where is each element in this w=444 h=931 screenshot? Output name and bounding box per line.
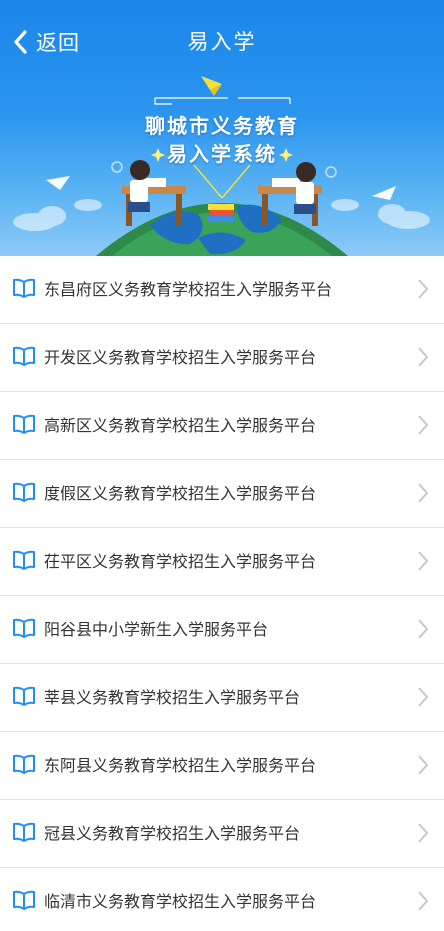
chevron-right-icon — [418, 891, 429, 911]
book-icon — [13, 278, 35, 298]
list-item[interactable]: 东昌府区义务教育学校招生入学服务平台 — [0, 256, 444, 324]
book-icon — [13, 890, 35, 910]
banner-title: 聊城市义务教育 易入学系统 — [0, 112, 444, 168]
list-item[interactable]: 冠县义务教育学校招生入学服务平台 — [0, 800, 444, 868]
chevron-right-icon — [418, 687, 429, 707]
page-title: 易入学 — [187, 30, 257, 54]
banner-title-line2: 易入学系统 — [167, 142, 277, 166]
platform-list: 东昌府区义务教育学校招生入学服务平台 开发区义务教育学校招生入学服务平台 高新区… — [0, 256, 444, 931]
list-item-label: 临清市义务教育学校招生入学服务平台 — [44, 892, 317, 911]
book-icon — [13, 686, 35, 706]
book-icon — [13, 754, 35, 774]
list-item[interactable]: 度假区义务教育学校招生入学服务平台 — [0, 460, 444, 528]
list-item-label: 东昌府区义务教育学校招生入学服务平台 — [44, 280, 333, 299]
chevron-right-icon — [418, 415, 429, 435]
book-icon — [13, 346, 35, 366]
nav-header: 返回 易入学 — [0, 0, 444, 80]
list-item-label: 莘县义务教育学校招生入学服务平台 — [44, 688, 301, 707]
banner-title-line1: 聊城市义务教育 — [145, 114, 299, 138]
book-icon — [13, 822, 35, 842]
list-item-label: 茌平区义务教育学校招生入学服务平台 — [44, 552, 317, 571]
chevron-right-icon — [418, 347, 429, 367]
list-item[interactable]: 开发区义务教育学校招生入学服务平台 — [0, 324, 444, 392]
book-icon — [13, 550, 35, 570]
book-icon — [13, 482, 35, 502]
chevron-right-icon — [418, 279, 429, 299]
list-item[interactable]: 高新区义务教育学校招生入学服务平台 — [0, 392, 444, 460]
chevron-right-icon — [418, 483, 429, 503]
book-icon — [13, 414, 35, 434]
list-item[interactable]: 东阿县义务教育学校招生入学服务平台 — [0, 732, 444, 800]
list-item[interactable]: 阳谷县中小学新生入学服务平台 — [0, 596, 444, 664]
list-item[interactable]: 茌平区义务教育学校招生入学服务平台 — [0, 528, 444, 596]
chevron-right-icon — [418, 551, 429, 571]
list-item[interactable]: 临清市义务教育学校招生入学服务平台 — [0, 868, 444, 931]
chevron-right-icon — [418, 823, 429, 843]
chevron-right-icon — [418, 755, 429, 775]
chevron-right-icon — [418, 619, 429, 639]
list-item-label: 高新区义务教育学校招生入学服务平台 — [44, 416, 317, 435]
list-item-label: 阳谷县中小学新生入学服务平台 — [44, 620, 269, 639]
list-item-label: 冠县义务教育学校招生入学服务平台 — [44, 824, 301, 843]
list-item[interactable]: 莘县义务教育学校招生入学服务平台 — [0, 664, 444, 732]
list-item-label: 东阿县义务教育学校招生入学服务平台 — [44, 756, 317, 775]
list-item-label: 度假区义务教育学校招生入学服务平台 — [44, 484, 317, 503]
list-item-label: 开发区义务教育学校招生入学服务平台 — [44, 348, 317, 367]
book-icon — [13, 618, 35, 638]
